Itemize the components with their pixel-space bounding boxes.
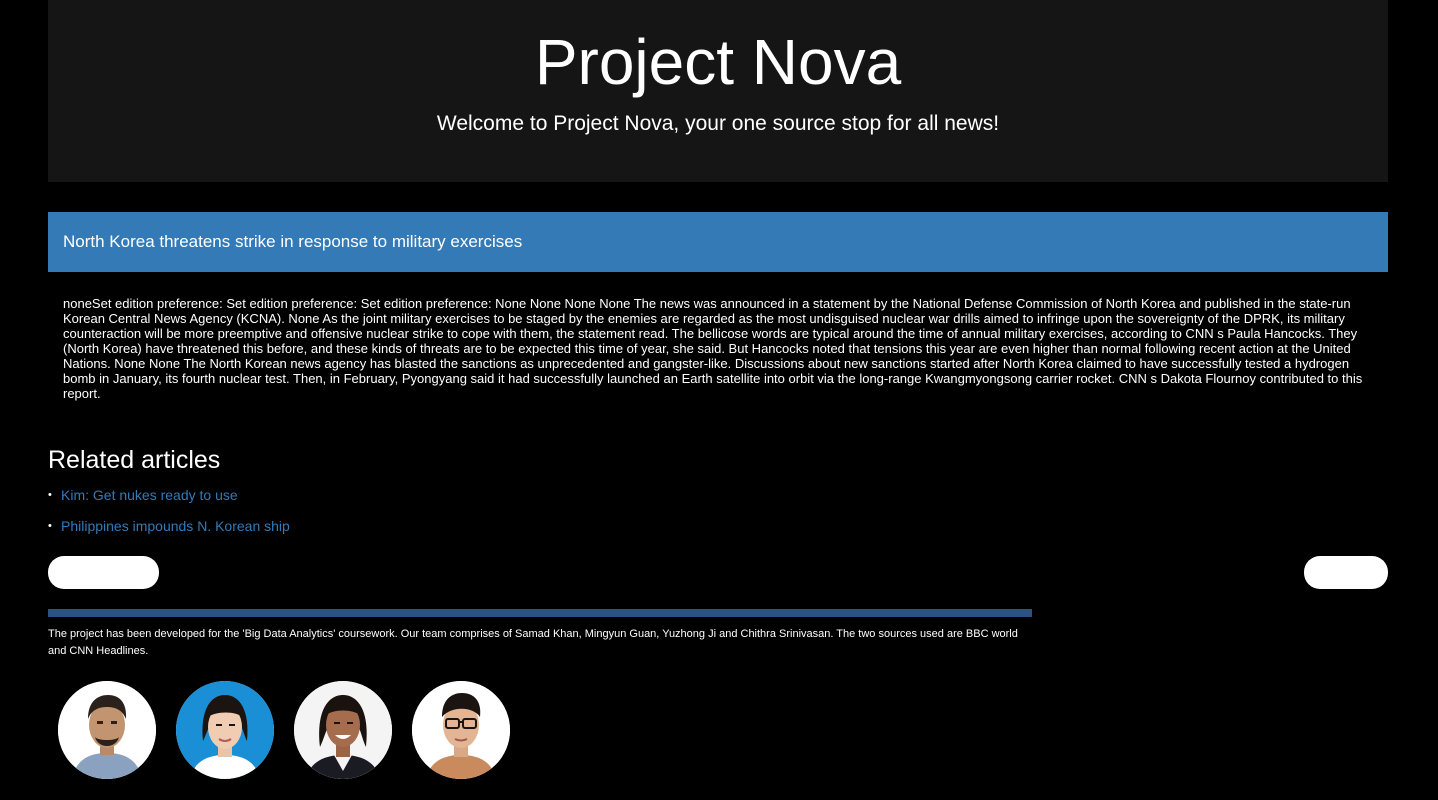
article-body: noneSet edition preference: Set edition …: [63, 296, 1363, 401]
list-item: • Philippines impounds N. Korean ship: [48, 515, 290, 546]
person-photo-icon: [58, 681, 156, 779]
avatar: [412, 681, 510, 779]
article-title: North Korea threatens strike in response…: [63, 232, 523, 251]
bullet-icon: •: [48, 520, 52, 532]
site-tagline: Welcome to Project Nova, your one source…: [436, 112, 1000, 135]
previous-button[interactable]: [48, 556, 159, 589]
person-photo-icon: [294, 681, 392, 779]
bullet-icon: •: [48, 489, 52, 501]
avatar: [176, 681, 274, 779]
avatar: [294, 681, 392, 779]
footer-text: The project has been developed for the '…: [48, 628, 1018, 657]
article-panel-heading: North Korea threatens strike in response…: [48, 212, 1388, 272]
jumbotron-header: Project Nova Welcome to Project Nova, yo…: [48, 0, 1388, 182]
next-button[interactable]: [1304, 556, 1388, 589]
related-articles-heading: Related articles: [48, 446, 221, 474]
related-article-link[interactable]: Philippines impounds N. Korean ship: [61, 518, 290, 534]
site-title: Project Nova: [534, 26, 902, 98]
person-photo-icon: [412, 681, 510, 779]
person-photo-icon: [176, 681, 274, 779]
related-article-link[interactable]: Kim: Get nukes ready to use: [61, 487, 238, 503]
team-photos: [58, 681, 510, 779]
list-item: • Kim: Get nukes ready to use: [48, 484, 290, 515]
divider: [48, 609, 1032, 617]
related-articles-list: • Kim: Get nukes ready to use • Philippi…: [48, 484, 290, 546]
avatar: [58, 681, 156, 779]
